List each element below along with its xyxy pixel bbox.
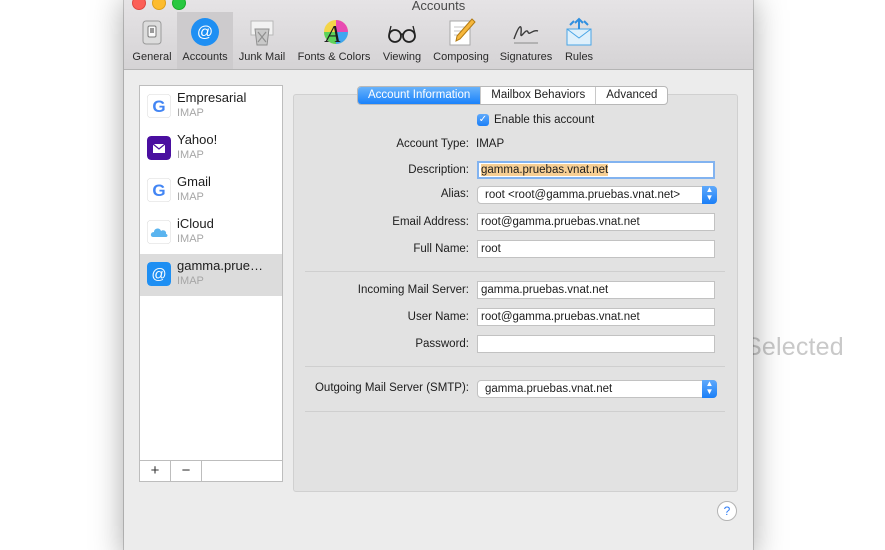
toolbar-label-rules: Rules (564, 51, 594, 63)
email-address-label: Email Address: (392, 216, 469, 228)
account-item-gmail[interactable]: G Gmail IMAP (140, 170, 282, 212)
separator (305, 411, 725, 412)
account-type: IMAP (177, 191, 204, 203)
toolbar-fonts-colors[interactable]: A Fonts & Colors (292, 12, 376, 69)
no-selection-placeholder: Selected (745, 333, 844, 361)
outgoing-server-label: Outgoing Mail Server (SMTP): (314, 382, 469, 394)
separator (305, 366, 725, 367)
svg-text:G: G (152, 181, 165, 200)
account-type: IMAP (177, 275, 204, 287)
user-name-field[interactable]: root@gamma.pruebas.vnat.net (477, 308, 715, 326)
google-icon: G (147, 178, 171, 202)
tab-advanced[interactable]: Advanced (596, 87, 667, 104)
glasses-icon (388, 25, 416, 43)
svg-text:@: @ (151, 266, 166, 283)
yahoo-mail-icon (147, 136, 171, 160)
toolbar-label-viewing: Viewing (382, 51, 422, 63)
toolbar-junk-mail[interactable]: Junk Mail (234, 12, 290, 69)
signature-icon (513, 26, 539, 44)
help-button[interactable]: ? (717, 501, 737, 521)
email-address-field[interactable]: root@gamma.pruebas.vnat.net (477, 213, 715, 231)
account-list: G Empresarial IMAP Yahoo! IMAP G Gmail I… (139, 85, 283, 462)
account-type: IMAP (177, 149, 204, 161)
account-tabs: Account Information Mailbox Behaviors Ad… (357, 86, 669, 105)
account-type: IMAP (177, 233, 204, 245)
toolbar-signatures[interactable]: Signatures (495, 12, 557, 69)
toolbar-accounts[interactable]: @ Accounts (177, 12, 233, 69)
toolbar-label-signatures: Signatures (499, 51, 553, 63)
toolbar-rules[interactable]: Rules (558, 12, 600, 69)
toolbar-label-junk-mail: Junk Mail (238, 51, 286, 63)
tab-mailbox-behaviors[interactable]: Mailbox Behaviors (481, 87, 597, 104)
separator (305, 271, 725, 272)
titlebar: Accounts General @ Accounts Junk Mail A … (124, 0, 753, 70)
user-name-label: User Name: (407, 311, 469, 323)
svg-text:@: @ (197, 24, 213, 41)
account-item-yahoo[interactable]: Yahoo! IMAP (140, 128, 282, 170)
account-type-value: IMAP (476, 138, 505, 150)
toolbar-label-composing: Composing (433, 51, 489, 63)
at-account-icon: @ (147, 262, 171, 286)
description-field[interactable]: gamma.pruebas.vnat.net (477, 161, 715, 179)
alias-label: Alias: (440, 188, 469, 200)
svg-text:A: A (324, 22, 341, 47)
alias-value: root <root@gamma.pruebas.vnat.net> (485, 189, 681, 201)
account-item-empresarial[interactable]: G Empresarial IMAP (140, 86, 282, 128)
chevron-up-down-icon: ▲ ▼ (702, 380, 717, 398)
account-type: IMAP (177, 107, 204, 119)
alias-popup[interactable]: root <root@gamma.pruebas.vnat.net> ▲ ▼ (477, 186, 717, 204)
account-name: gamma.prue… (177, 258, 263, 273)
accounts-preferences-window: Accounts General @ Accounts Junk Mail A … (124, 0, 753, 550)
outgoing-server-popup[interactable]: gamma.pruebas.vnat.net ▲ ▼ (477, 380, 717, 398)
account-type-label: Account Type: (396, 138, 469, 150)
toolbar-label-general: General (132, 51, 172, 63)
toolbar-composing[interactable]: Composing (428, 12, 494, 69)
account-name: Yahoo! (177, 132, 218, 147)
chevron-up-down-icon: ▲ ▼ (702, 186, 717, 204)
full-name-label: Full Name: (413, 243, 469, 255)
incoming-server-label: Incoming Mail Server: (357, 284, 469, 296)
account-item-gamma[interactable]: @ gamma.prue… IMAP (140, 254, 282, 296)
incoming-server-field[interactable]: gamma.pruebas.vnat.net (477, 281, 715, 299)
password-field[interactable] (477, 335, 715, 353)
google-icon: G (147, 94, 171, 118)
account-list-controls: + − (139, 460, 283, 482)
toolbar-label-fonts-colors: Fonts & Colors (297, 51, 371, 63)
fonts-colors-icon: A (324, 20, 348, 47)
icloud-icon (147, 220, 171, 244)
add-account-button[interactable]: + (140, 461, 171, 481)
toolbar-label-accounts: Accounts (182, 51, 228, 63)
pencil-paper-icon (449, 18, 476, 46)
description-label: Description: (408, 164, 469, 176)
remove-account-button[interactable]: − (171, 461, 202, 481)
account-name: Gmail (177, 174, 211, 189)
password-label: Password: (415, 338, 469, 350)
at-sign-icon: @ (191, 18, 219, 46)
svg-text:G: G (152, 97, 165, 116)
toolbar-general[interactable]: General (128, 12, 176, 69)
account-name: iCloud (177, 216, 214, 231)
general-switch-icon (142, 20, 162, 45)
full-name-field[interactable]: root (477, 240, 715, 258)
toolbar-viewing[interactable]: Viewing (377, 12, 427, 69)
junk-trash-icon (250, 20, 274, 46)
account-item-icloud[interactable]: iCloud IMAP (140, 212, 282, 254)
rules-envelope-icon (566, 17, 592, 46)
outgoing-server-value: gamma.pruebas.vnat.net (485, 383, 613, 395)
account-name: Empresarial (177, 90, 247, 105)
enable-account-checkbox[interactable]: ✓ (477, 114, 489, 126)
enable-account-label: Enable this account (494, 114, 595, 126)
tab-account-information[interactable]: Account Information (358, 87, 482, 104)
description-value: gamma.pruebas.vnat.net (481, 164, 609, 176)
